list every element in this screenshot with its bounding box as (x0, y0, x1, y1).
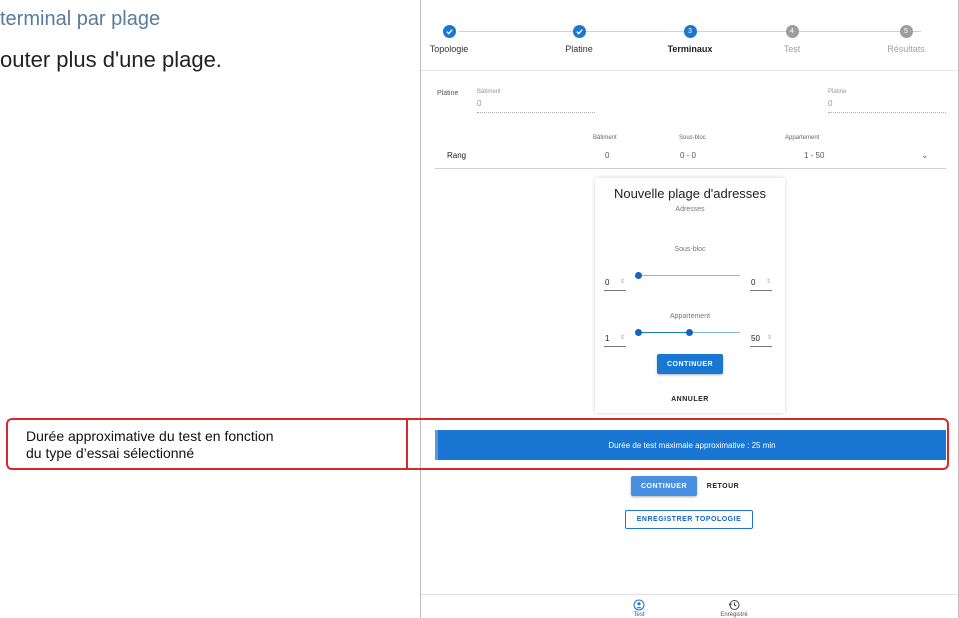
stepper-arrows-icon[interactable]: ⇕ (620, 278, 625, 285)
step-number: 3 (683, 25, 697, 38)
appartement-slider-low-thumb[interactable] (634, 329, 642, 336)
sous-bloc-label: Sous-bloc (674, 246, 706, 253)
chevron-down-icon[interactable]: ⌄ (921, 150, 929, 161)
field-underline (477, 112, 595, 113)
nav-label: Test (633, 612, 645, 618)
card-subtitle: Adresses (675, 206, 705, 213)
step-label: Topologie (429, 44, 469, 54)
step-label: Test (783, 44, 801, 54)
save-topology-button[interactable]: ENREGISTRER TOPOLOGIE (625, 510, 753, 529)
appartement-max-input[interactable]: 50 (751, 334, 760, 343)
sous-bloc-min-input[interactable]: 0 (605, 278, 609, 287)
callout-line-2: du type d’essai sélectionné (26, 445, 195, 461)
appartement-label: Appartement (669, 313, 711, 320)
card-continue-button[interactable]: CONTINUER (657, 354, 723, 374)
rang-appartement: 1 - 50 (804, 151, 825, 160)
user-circle-icon (633, 599, 645, 611)
check-icon (442, 25, 456, 38)
bottom-nav: Test Enregistré (421, 594, 958, 618)
doc-subtitle: terminal par plage (0, 8, 161, 30)
card-cancel-button[interactable]: ANNULER (657, 392, 723, 406)
rang-sous-bloc: 0 - 0 (680, 151, 697, 160)
col-header-appartement: Appartement (785, 135, 820, 141)
step-terminaux[interactable]: 3 Terminaux (640, 25, 740, 54)
stepper-arrows-icon[interactable]: ⇕ (766, 278, 771, 285)
card-title: Nouvelle plage d'adresses (613, 186, 767, 201)
batiment-field-label: Bâtiment (477, 89, 501, 95)
input-underline (750, 290, 772, 291)
step-resultats[interactable]: 5 Résultats (856, 25, 956, 54)
batiment-field[interactable]: 0 (477, 99, 481, 108)
nav-item-test[interactable]: Test (619, 599, 659, 618)
rang-label: Rang (447, 151, 467, 160)
platine-field-label: Platine (828, 89, 847, 95)
step-topologie[interactable]: Topologie (399, 25, 499, 54)
input-underline (604, 346, 626, 347)
field-underline (828, 112, 946, 113)
col-header-sous-bloc: Sous-bloc (679, 135, 706, 141)
rang-batiment: 0 (605, 151, 610, 160)
divider (435, 168, 946, 169)
appartement-min-input[interactable]: 1 (605, 334, 609, 343)
step-label: Résultats (887, 44, 925, 54)
stepper-arrows-icon[interactable]: ⇕ (620, 334, 625, 341)
doc-body-line: outer plus d'une plage. (0, 47, 222, 72)
stepper: Topologie Platine 3 Terminaux 4 Test 5 R… (421, 0, 958, 70)
appartement-slider-fill (638, 332, 689, 333)
address-range-card: Nouvelle plage d'adresses Adresses Sous-… (595, 178, 785, 413)
step-number: 4 (785, 25, 799, 38)
step-platine[interactable]: Platine (529, 25, 629, 54)
step-label: Platine (565, 44, 593, 54)
step-test[interactable]: 4 Test (742, 25, 842, 54)
step-label: Terminaux (667, 44, 713, 54)
history-icon (728, 600, 740, 610)
sous-bloc-slider-track[interactable] (638, 275, 740, 276)
back-button[interactable]: RETOUR (703, 476, 743, 496)
sous-bloc-max-input[interactable]: 0 (751, 278, 755, 287)
continue-button[interactable]: CONTINUER (631, 476, 697, 496)
check-icon (572, 25, 586, 38)
annotation-callout-text: Durée approximative du test en fonction … (26, 428, 273, 462)
platine-field[interactable]: 0 (828, 99, 832, 108)
callout-line-1: Durée approximative du test en fonction (26, 428, 274, 444)
app-screen: Topologie Platine 3 Terminaux 4 Test 5 R… (420, 0, 959, 618)
input-underline (604, 290, 626, 291)
nav-label: Enregistré (720, 612, 748, 618)
appartement-slider-high-thumb[interactable] (685, 329, 693, 336)
step-number: 5 (899, 25, 913, 38)
stepper-arrows-icon[interactable]: ⇕ (767, 334, 772, 341)
platine-label: Platine (437, 90, 459, 97)
col-header-batiment: Bâtiment (593, 135, 617, 141)
sous-bloc-slider-low-thumb[interactable] (634, 272, 642, 279)
nav-item-saved[interactable]: Enregistré (714, 599, 754, 618)
divider (421, 70, 958, 71)
input-underline (750, 346, 772, 347)
